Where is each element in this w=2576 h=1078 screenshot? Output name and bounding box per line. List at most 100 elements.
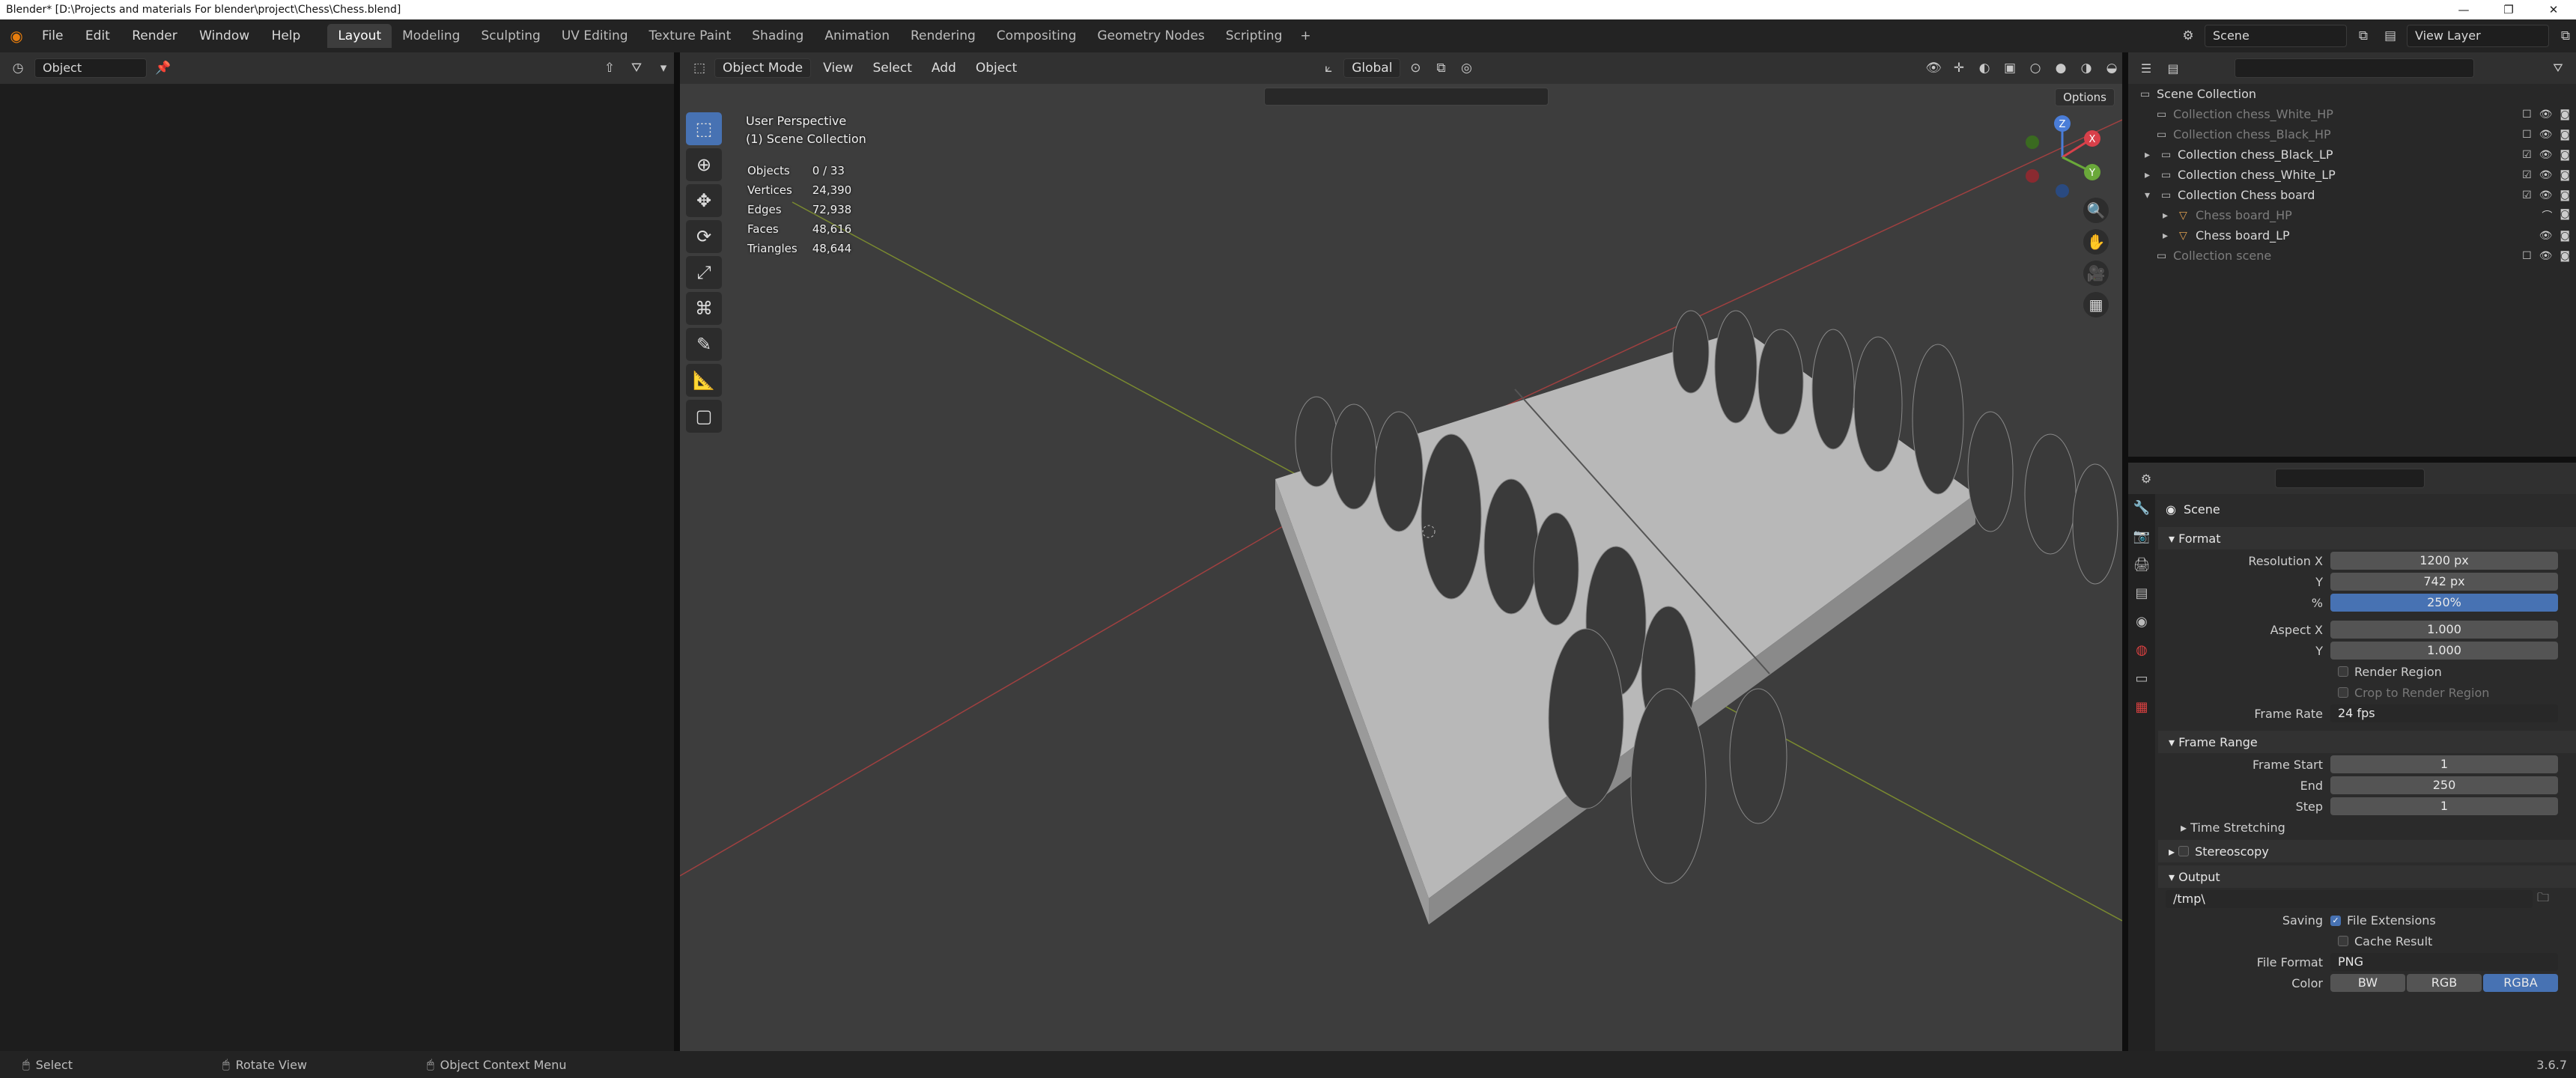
frame-start-field[interactable]: 1 — [2330, 755, 2558, 773]
expand-arrow-icon[interactable]: ▸ — [2163, 230, 2179, 242]
file-format-dropdown[interactable]: PNG — [2330, 953, 2558, 971]
tab-layout[interactable]: Layout — [327, 24, 392, 48]
scene-icon[interactable]: ⚙ — [2178, 28, 2199, 43]
camera-render-icon[interactable]: ◙ — [2560, 169, 2570, 181]
pin-icon[interactable]: 📌 — [153, 61, 174, 76]
stereoscopy-panel-header[interactable]: ▸ Stereoscopy — [2158, 840, 2576, 862]
rendered-shading-icon[interactable]: ◒ — [2101, 61, 2122, 76]
crop-region-checkbox[interactable]: Crop to Render Region — [2158, 683, 2576, 702]
new-scene-icon[interactable]: ⧉ — [2353, 28, 2374, 43]
menu-window[interactable]: Window — [190, 28, 258, 43]
tab-uv-editing[interactable]: UV Editing — [551, 24, 639, 48]
view-layer-tab-icon[interactable]: ▤ — [2128, 579, 2155, 608]
outliner-row[interactable]: ▭ Collection chess_White_HP ☐ 👁 ◙ — [2128, 104, 2576, 124]
output-panel-header[interactable]: ▾ Output — [2158, 865, 2576, 888]
color-rgb-button[interactable]: RGB — [2407, 974, 2482, 992]
frame-step-field[interactable]: 1 — [2330, 797, 2558, 815]
menu-render[interactable]: Render — [123, 28, 186, 43]
move-tool-icon[interactable]: ✥ — [686, 184, 722, 217]
display-mode-icon[interactable]: ▤ — [2163, 61, 2184, 76]
eye-icon[interactable]: 👁 — [2539, 169, 2553, 181]
world-tab-icon[interactable]: ◍ — [2128, 636, 2155, 665]
options-button[interactable]: Options — [2055, 88, 2115, 106]
format-panel-header[interactable]: ▾ Format — [2158, 527, 2576, 549]
proportional-edit-icon[interactable]: ◎ — [1456, 61, 1477, 76]
outliner-root[interactable]: ▭ Scene Collection — [2128, 84, 2576, 104]
view-layer-selector[interactable]: View Layer — [2407, 25, 2549, 47]
measure-tool-icon[interactable]: 📐 — [686, 364, 722, 397]
editor-type-icon[interactable]: ◷ — [7, 61, 28, 76]
filter-icon[interactable]: ⛛ — [626, 61, 647, 76]
area-splitter[interactable] — [674, 52, 680, 1051]
collapse-arrow-icon[interactable]: ▾ — [2145, 189, 2161, 201]
camera-render-icon[interactable]: ◙ — [2560, 250, 2570, 262]
eye-icon[interactable]: 👁 — [2539, 230, 2553, 242]
include-checkbox-icon[interactable]: ☑ — [2522, 189, 2532, 201]
cache-result-checkbox[interactable]: Cache Result — [2158, 931, 2576, 951]
object-mode-dropdown[interactable]: Object Mode — [714, 58, 812, 78]
minimize-icon[interactable]: — — [2441, 0, 2486, 19]
gizmo-toggle-icon[interactable]: ✛ — [1948, 61, 1969, 76]
left-editor-body[interactable] — [0, 84, 674, 1051]
grid-icon[interactable]: ▦ — [2083, 292, 2109, 317]
viewport-search-input[interactable] — [1264, 88, 1549, 106]
camera-render-icon[interactable]: ◙ — [2560, 149, 2570, 161]
menu-object[interactable]: Object — [968, 61, 1024, 76]
properties-editor-type-icon[interactable]: ⚙ — [2136, 472, 2157, 486]
xray-icon[interactable]: ▣ — [1999, 61, 2020, 76]
render-tab-icon[interactable]: 📷 — [2128, 523, 2155, 551]
outliner-row[interactable]: ▸ ▽ Chess board_LP 👁 ◙ — [2128, 225, 2576, 246]
outliner-row[interactable]: ▾ ▭ Collection Chess board ☑ 👁 ◙ — [2128, 185, 2576, 205]
close-icon[interactable]: ✕ — [2531, 0, 2576, 19]
blender-logo-icon[interactable]: ◉ — [0, 27, 33, 45]
tab-geometry-nodes[interactable]: Geometry Nodes — [1087, 24, 1215, 48]
camera-icon[interactable]: 🎥 — [2083, 261, 2109, 286]
outliner-row[interactable]: ▭ Collection chess_Black_HP ☐ 👁 ◙ — [2128, 124, 2576, 144]
orientation-dropdown[interactable]: Global — [1343, 58, 1401, 78]
camera-render-icon[interactable]: ◙ — [2560, 208, 2570, 223]
area-splitter[interactable] — [2122, 52, 2128, 1051]
eye-icon[interactable]: 👁 — [2539, 109, 2553, 121]
cursor-tool-icon[interactable]: ⊕ — [686, 148, 722, 181]
scene-selector[interactable]: Scene — [2205, 25, 2347, 47]
time-stretching-subpanel[interactable]: ▸ Time Stretching — [2158, 817, 2576, 837]
eye-icon[interactable]: 👁 — [2539, 189, 2553, 201]
tab-compositing[interactable]: Compositing — [986, 24, 1087, 48]
expand-arrow-icon[interactable]: ▸ — [2145, 169, 2161, 181]
menu-help[interactable]: Help — [263, 28, 310, 43]
outliner-filter-icon[interactable]: ⛛ — [2548, 61, 2569, 76]
overlay-icon[interactable]: ◐ — [1974, 61, 1995, 76]
outliner-row[interactable]: ▸ ▭ Collection chess_Black_LP ☑ 👁 ◙ — [2128, 144, 2576, 165]
properties-search-input[interactable] — [2275, 469, 2425, 488]
arrow-up-icon[interactable]: ⇧ — [599, 61, 620, 76]
tab-shading[interactable]: Shading — [741, 24, 814, 48]
aspect-x-field[interactable]: 1.000 — [2330, 621, 2558, 639]
exclude-checkbox-icon[interactable]: ☐ — [2522, 250, 2532, 262]
outliner-editor-type-icon[interactable]: ☰ — [2136, 61, 2157, 76]
include-checkbox-icon[interactable]: ☑ — [2522, 149, 2532, 161]
eye-hidden-icon[interactable]: ⌒ — [2542, 208, 2552, 223]
camera-render-icon[interactable]: ◙ — [2560, 129, 2570, 141]
navigation-gizmo[interactable]: Z X Y — [2017, 112, 2107, 202]
menu-add[interactable]: Add — [924, 61, 964, 76]
view-layer-icon[interactable]: ▤ — [2380, 28, 2401, 43]
collection-tab-icon[interactable]: ▭ — [2128, 665, 2155, 693]
outliner-row[interactable]: ▭ Collection scene ☐ 👁 ◙ — [2128, 246, 2576, 266]
area-splitter[interactable] — [2128, 457, 2576, 463]
annotate-tool-icon[interactable]: ✎ — [686, 328, 722, 361]
add-workspace-icon[interactable]: + — [1292, 24, 1318, 48]
eye-icon[interactable]: 👁 — [2539, 129, 2553, 141]
scene-tab-icon[interactable]: ◉ — [2128, 608, 2155, 636]
frame-range-panel-header[interactable]: ▾ Frame Range — [2158, 731, 2576, 753]
output-path-field[interactable]: /tmp\ — [2166, 890, 2533, 908]
include-checkbox-icon[interactable]: ☑ — [2522, 169, 2532, 181]
scale-tool-icon[interactable]: ⤢ — [686, 256, 722, 289]
tab-modeling[interactable]: Modeling — [392, 24, 470, 48]
pivot-icon[interactable]: ⊙ — [1405, 61, 1426, 76]
camera-render-icon[interactable]: ◙ — [2560, 230, 2570, 242]
3d-viewport[interactable]: ⬚ Object Mode View Select Add Object ⟀ G… — [680, 52, 2122, 1051]
tab-sculpting[interactable]: Sculpting — [470, 24, 550, 48]
aspect-y-field[interactable]: 1.000 — [2330, 642, 2558, 660]
solid-shading-icon[interactable]: ● — [2050, 61, 2071, 76]
add-cube-tool-icon[interactable]: ▢ — [686, 400, 722, 433]
